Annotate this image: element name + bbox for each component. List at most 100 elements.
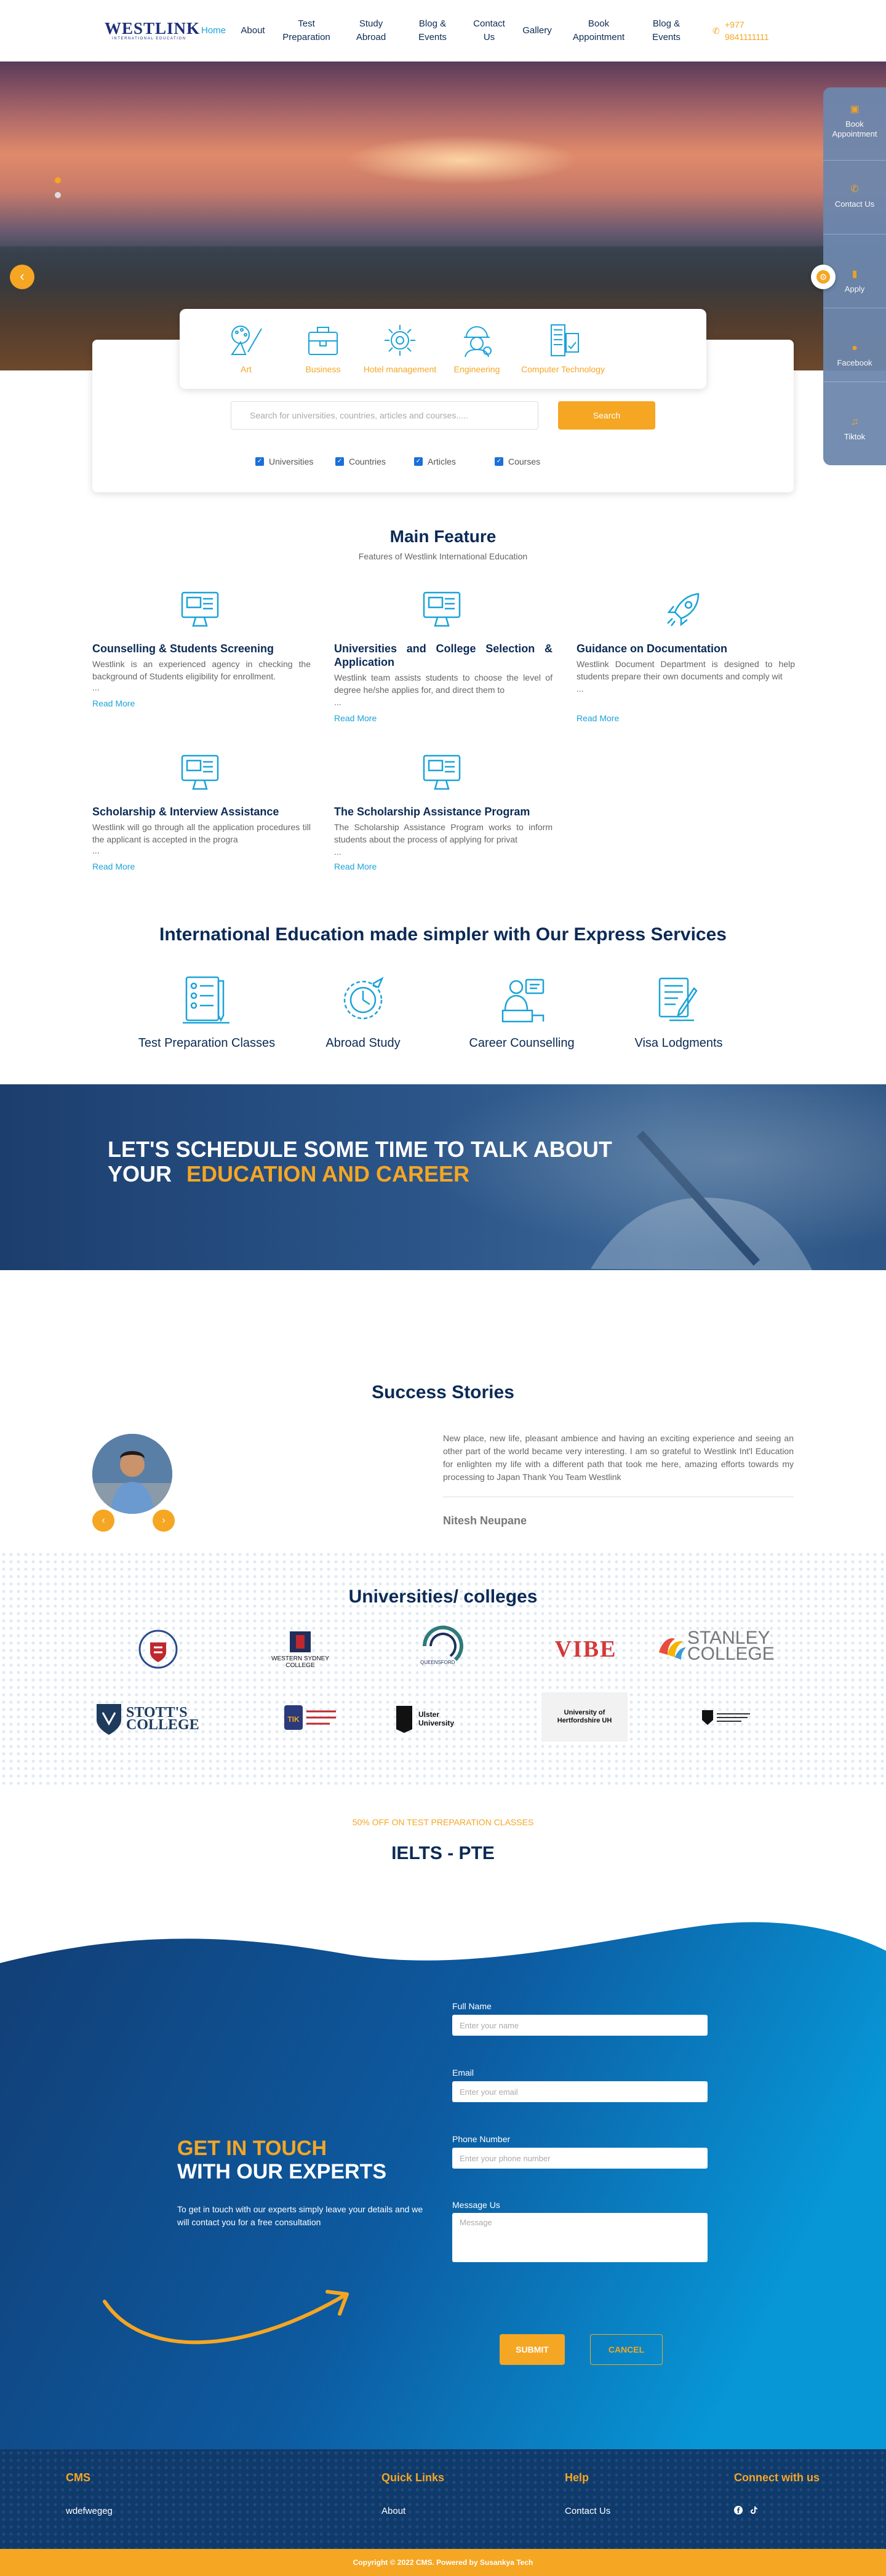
- read-more-link[interactable]: Read More: [92, 698, 135, 708]
- feature-text: Westlink Document Department is designed…: [577, 659, 795, 681]
- university-logo[interactable]: TIK: [258, 1696, 363, 1739]
- site-logo[interactable]: WESTLINK INTERNATIONAL EDUCATION: [105, 20, 199, 44]
- university-logo[interactable]: VIBE: [533, 1628, 638, 1671]
- express-item[interactable]: Abroad Study: [283, 972, 443, 1050]
- category-label: Engineering: [453, 364, 500, 374]
- university-logo[interactable]: [106, 1628, 210, 1671]
- phone-number: 9841111111: [725, 32, 769, 42]
- university-logo[interactable]: Ulster University: [394, 1697, 498, 1740]
- message-textarea[interactable]: [452, 2213, 708, 2262]
- footer-heading-cms: CMS: [66, 2471, 90, 2484]
- sidebar-facebook[interactable]: ● Facebook: [823, 343, 886, 368]
- feature-text: Westlink will go through all the applica…: [92, 822, 311, 844]
- tiktok-icon[interactable]: [749, 2506, 758, 2517]
- category-engineering[interactable]: Engineering: [437, 321, 517, 374]
- feature-ellipsis: ...: [334, 847, 341, 857]
- schedule-banner: LET'S SCHEDULE SOME TIME TO TALK ABOUT Y…: [0, 1084, 886, 1270]
- slider-dot[interactable]: [55, 192, 61, 198]
- read-more-link[interactable]: Read More: [92, 862, 135, 871]
- nav-blog-events[interactable]: Blog & Events: [410, 16, 455, 46]
- category-label: Business: [305, 364, 341, 374]
- sidebar-label: Book Appointment: [832, 119, 877, 138]
- footer-link-contact-us[interactable]: Contact Us: [565, 2506, 610, 2516]
- contact-wave-background: [0, 1922, 886, 2449]
- briefcase-icon: [308, 327, 338, 355]
- slider-dot-active[interactable]: [55, 177, 61, 183]
- hero-prev-button[interactable]: ‹: [10, 265, 34, 289]
- phone-icon: ✆: [850, 184, 859, 194]
- read-more-link[interactable]: Read More: [334, 862, 377, 871]
- feature-title: The Scholarship Assistance Program: [334, 806, 530, 818]
- nav-book-appointment[interactable]: Book Appointment: [565, 16, 633, 46]
- category-computer-technology[interactable]: Computer Technology: [514, 321, 612, 374]
- cancel-button[interactable]: CANCEL: [590, 2334, 663, 2365]
- feature-card: Counselling & Students Screening Westlin…: [92, 588, 311, 717]
- university-logo[interactable]: QUEENSFORD: [391, 1625, 495, 1668]
- category-hotel-management[interactable]: Hotel management: [360, 321, 440, 374]
- express-item[interactable]: Visa Lodgments: [599, 972, 759, 1050]
- university-logo[interactable]: STANLEY COLLEGE: [655, 1625, 791, 1668]
- email-input[interactable]: [452, 2081, 708, 2102]
- filter-universities[interactable]: ✓ Universities: [255, 457, 313, 466]
- testimonial-next-button[interactable]: ›: [153, 1510, 175, 1532]
- search-input[interactable]: [231, 401, 538, 430]
- checkbox-checked-icon: ✓: [335, 457, 344, 466]
- phone-line-1: +977: [725, 20, 744, 30]
- full-name-input[interactable]: [452, 2015, 708, 2036]
- filter-courses[interactable]: ✓ Courses: [495, 457, 540, 466]
- submit-button[interactable]: SUBMIT: [500, 2334, 565, 2365]
- copyright-bar: Copyright © 2022 CMS. Powered by Susanky…: [0, 2549, 886, 2576]
- sidebar-tiktok[interactable]: ♫ Tiktok: [823, 417, 886, 442]
- search-button[interactable]: Search: [558, 401, 655, 430]
- nav-about[interactable]: About: [237, 16, 268, 46]
- footer-link-about[interactable]: About: [381, 2506, 405, 2516]
- express-item[interactable]: Career Counselling: [442, 972, 602, 1050]
- nav-study-abroad[interactable]: Study Abroad: [349, 16, 393, 46]
- ielts-pte-title: IELTS - PTE: [391, 1843, 495, 1863]
- header-phone[interactable]: ✆ +977 9841111111: [712, 18, 786, 43]
- phone-label: Phone Number: [452, 2134, 511, 2144]
- nav-blog-events-2[interactable]: Blog & Events: [644, 16, 689, 46]
- read-more-link[interactable]: Read More: [334, 713, 377, 723]
- main-feature-title: Main Feature: [389, 527, 497, 546]
- chevron-left-icon: ‹: [102, 1515, 105, 1526]
- category-label: Art: [241, 364, 252, 374]
- settings-toggle[interactable]: ⚙: [811, 265, 836, 289]
- nav-home[interactable]: Home: [199, 16, 228, 46]
- test-prep-icon: [183, 976, 229, 1024]
- footer-map-pattern: [0, 2449, 886, 2549]
- filter-articles[interactable]: ✓ Articles: [414, 457, 456, 466]
- feature-card: The Scholarship Assistance Program The S…: [334, 751, 553, 892]
- university-logo[interactable]: STOTT'S COLLEGE: [95, 1697, 225, 1740]
- university-logo[interactable]: [674, 1696, 778, 1739]
- phone-input[interactable]: [452, 2148, 708, 2169]
- footer-link-cms[interactable]: wdefwegeg: [66, 2506, 113, 2516]
- nav-gallery[interactable]: Gallery: [516, 16, 559, 46]
- feature-ellipsis: ...: [92, 682, 100, 692]
- category-label: Computer Technology: [521, 364, 605, 374]
- checkbox-checked-icon: ✓: [255, 457, 264, 466]
- monitor-icon: [181, 591, 219, 627]
- university-logo[interactable]: WESTERN SYDNEY COLLEGE: [248, 1628, 353, 1671]
- facebook-icon[interactable]: [734, 2506, 743, 2517]
- feature-ellipsis: ...: [92, 846, 100, 855]
- footer-heading-quick-links: Quick Links: [381, 2471, 445, 2484]
- feature-ellipsis: ...: [577, 684, 584, 694]
- read-more-link[interactable]: Read More: [577, 713, 619, 723]
- sidebar-contact-us[interactable]: ✆ Contact Us: [823, 185, 886, 209]
- sidebar-label: Facebook: [837, 358, 872, 367]
- filter-countries[interactable]: ✓ Countries: [335, 457, 386, 466]
- testimonial-avatar: [92, 1434, 172, 1514]
- feature-text: Westlink is an experienced agency in che…: [92, 659, 311, 681]
- testimonial-prev-button[interactable]: ‹: [92, 1510, 114, 1532]
- category-business[interactable]: Business: [283, 321, 363, 374]
- express-item[interactable]: Test Preparation Classes: [127, 972, 287, 1050]
- feature-title: Counselling & Students Screening: [92, 642, 274, 655]
- feature-text: Westlink team assists students to choose…: [334, 673, 553, 695]
- category-art[interactable]: Art: [206, 321, 286, 374]
- checkbox-checked-icon: ✓: [495, 457, 503, 466]
- university-logo[interactable]: University of Hertfordshire UH: [541, 1692, 628, 1742]
- nav-test-preparation[interactable]: Test Preparation: [276, 16, 337, 46]
- sidebar-book-appointment[interactable]: ▣ Book Appointment: [823, 105, 886, 139]
- nav-contact-us[interactable]: Contact Us: [468, 16, 511, 46]
